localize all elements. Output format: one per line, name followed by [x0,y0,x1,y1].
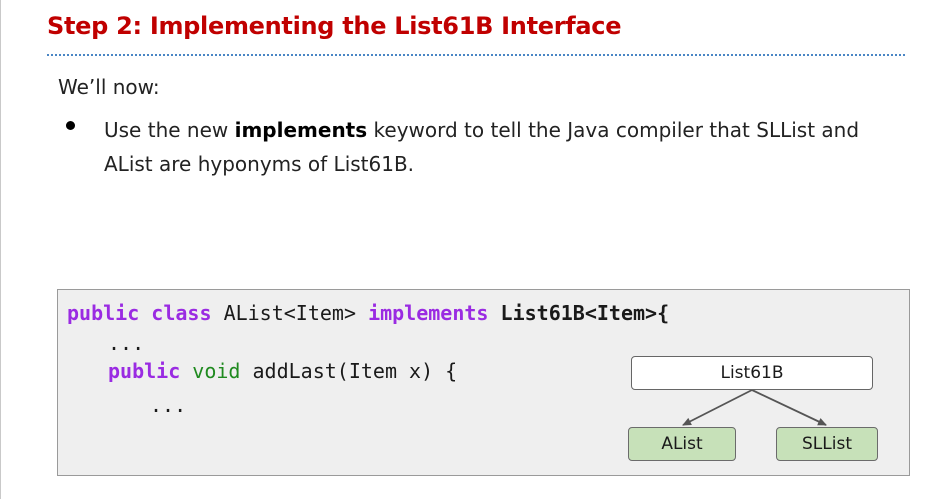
code-keyword-public-2: public [108,359,181,383]
code-keyword-void: void [192,359,241,383]
bullet-text: Use the new implements keyword to tell t… [104,113,904,181]
title-divider [47,54,905,56]
bullet-keyword: implements [234,118,368,142]
code-keyword-public: public [67,301,140,325]
code-ellipsis-1: ... [108,331,145,355]
diagram-parent-list61b: List61B [631,356,873,390]
code-keyword-class: class [151,301,212,325]
bullet-text-before: Use the new [104,118,235,142]
code-interface-name: List61B<Item>{ [500,301,670,325]
diagram-child-sllist: SLList [776,427,878,461]
code-class-name: AList<Item> [223,301,357,325]
intro-text: We’ll now: [58,75,160,99]
slide-left-edge [0,0,1,499]
code-keyword-implements: implements [368,301,489,325]
code-line-method: public void addLast(Item x) { [108,359,457,383]
slide-title: Step 2: Implementing the List61B Interfa… [47,12,622,40]
bullet-point-icon [66,121,75,130]
code-ellipsis-2: ... [150,393,187,417]
code-method-signature: addLast(Item x) { [252,359,458,383]
diagram-child-alist: AList [628,427,736,461]
code-line-class-declaration: public class AList<Item> implements List… [67,301,669,325]
